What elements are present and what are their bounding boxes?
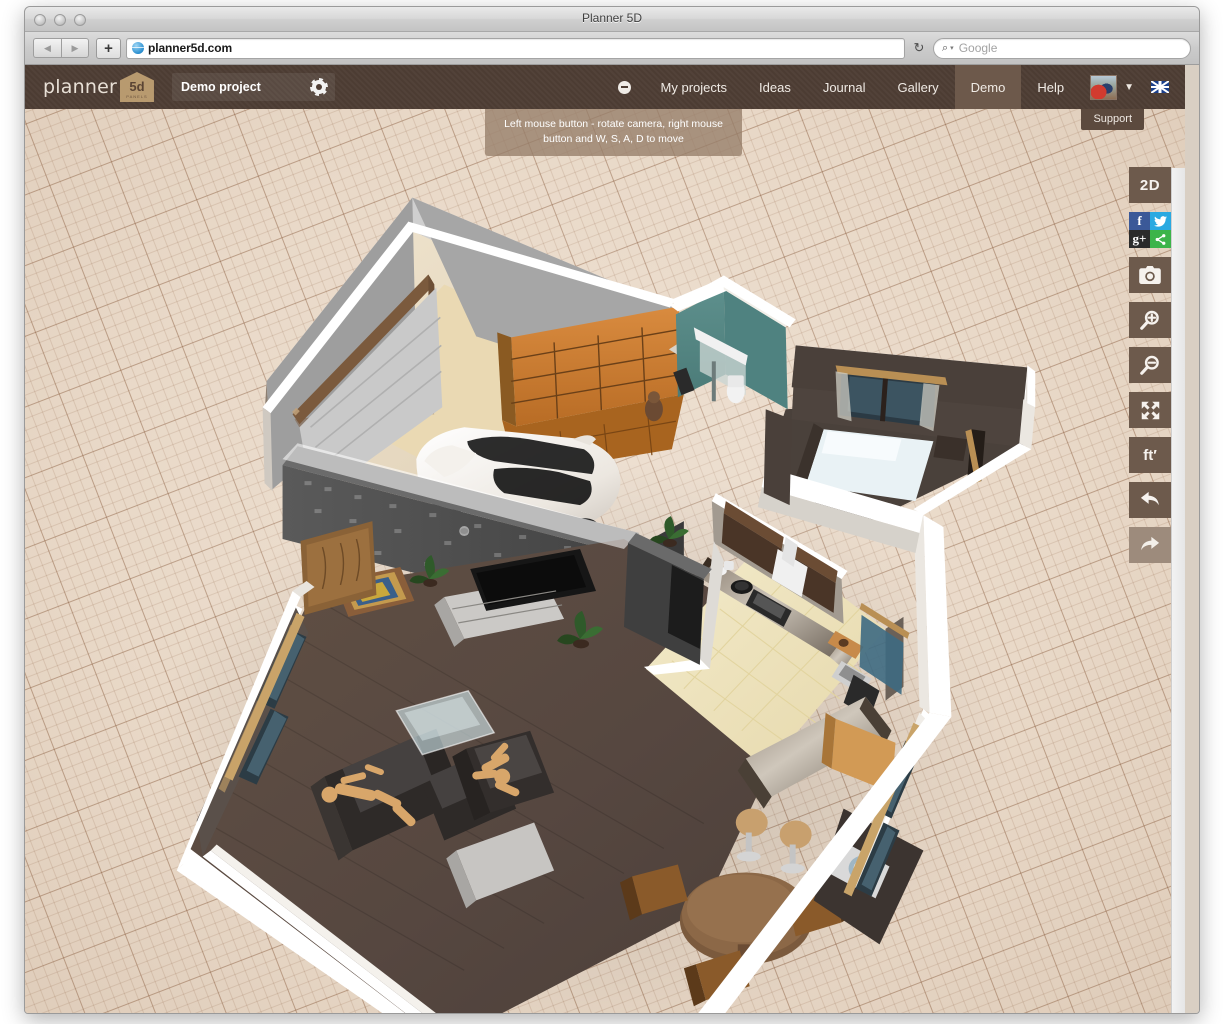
address-bar[interactable]: planner5d.com	[126, 38, 905, 59]
logo-badge-subtext: PANELS	[126, 94, 148, 99]
nav-item-my-projects[interactable]: My projects	[645, 65, 743, 109]
window-title: Planner 5D	[25, 11, 1199, 25]
expand-icon	[1140, 400, 1161, 421]
search-input[interactable]: ⌕ ▾ Google	[933, 38, 1191, 59]
screenshot-button[interactable]	[1129, 257, 1171, 293]
canvas-grid	[25, 109, 1185, 1014]
search-placeholder: Google	[959, 41, 998, 55]
uk-flag-icon[interactable]	[1151, 81, 1169, 93]
floorplan-canvas[interactable]: 2D f g+	[25, 109, 1185, 1014]
generic-share-icon[interactable]	[1150, 230, 1171, 248]
redo-icon	[1139, 535, 1161, 555]
browser-window: Planner 5D ◀ ▶ + planner5d.com ↻ ⌕ ▾ Goo…	[24, 6, 1200, 1014]
page-scrollbar[interactable]	[1171, 168, 1185, 1014]
nav-item-help[interactable]: Help	[1021, 65, 1080, 109]
project-selector[interactable]: Demo project	[172, 73, 335, 101]
logo-house-badge-icon: 5d PANELS	[120, 72, 154, 102]
share-group: f g+	[1129, 212, 1171, 248]
forward-button[interactable]: ▶	[61, 38, 89, 58]
nav-item-journal[interactable]: Journal	[807, 65, 882, 109]
project-name: Demo project	[181, 80, 261, 94]
planner5d-logo[interactable]: planner 5d PANELS	[43, 72, 154, 102]
user-menu[interactable]: ▼	[1080, 75, 1138, 100]
new-tab-button[interactable]: +	[96, 38, 121, 59]
nav-item-demo[interactable]: Demo	[955, 65, 1022, 109]
fullscreen-button[interactable]	[1129, 392, 1171, 428]
nav-item-ideas[interactable]: Ideas	[743, 65, 807, 109]
logo-badge-text: 5d	[129, 80, 144, 93]
view-2d-button[interactable]: 2D	[1129, 167, 1171, 203]
nav-item-gallery[interactable]: Gallery	[881, 65, 954, 109]
units-button[interactable]: ft′	[1129, 437, 1171, 473]
undo-button[interactable]	[1129, 482, 1171, 518]
browser-toolbar: ◀ ▶ + planner5d.com ↻ ⌕ ▾ Google	[25, 32, 1199, 65]
back-button[interactable]: ◀	[33, 38, 61, 58]
undo-icon	[1139, 490, 1161, 510]
view-toolbar: 2D f g+	[1129, 167, 1171, 572]
camera-hint-tooltip: Left mouse button - rotate camera, right…	[485, 109, 742, 156]
zoom-out-button[interactable]	[1129, 347, 1171, 383]
camera-icon	[1139, 266, 1161, 284]
logo-wordmark: planner	[43, 76, 117, 98]
zoom-in-icon	[1139, 309, 1161, 331]
minus-circle-icon	[618, 81, 631, 94]
chevron-down-icon[interactable]: ▼	[1124, 82, 1134, 93]
facebook-share-icon[interactable]: f	[1129, 212, 1150, 230]
support-tab[interactable]: Support	[1081, 109, 1144, 130]
twitter-share-icon[interactable]	[1150, 212, 1171, 230]
globe-icon	[132, 42, 144, 54]
avatar[interactable]	[1090, 75, 1117, 100]
browser-titlebar: Planner 5D	[25, 7, 1199, 32]
search-engine-caret-icon[interactable]: ▾	[950, 44, 954, 52]
app-header: planner 5d PANELS Demo project My projec…	[25, 65, 1185, 109]
url-text: planner5d.com	[148, 41, 232, 55]
zoom-in-button[interactable]	[1129, 302, 1171, 338]
search-icon: ⌕	[942, 42, 948, 55]
reload-icon[interactable]: ↻	[911, 40, 927, 56]
googleplus-share-icon[interactable]: g+	[1129, 230, 1150, 248]
planner5d-app: planner 5d PANELS Demo project My projec…	[25, 65, 1199, 1014]
zoom-out-icon	[1139, 354, 1161, 376]
gear-icon[interactable]	[312, 80, 326, 94]
redo-button[interactable]	[1129, 527, 1171, 563]
nav-home-button[interactable]	[604, 65, 645, 109]
main-navigation: My projects Ideas Journal Gallery Demo H…	[604, 65, 1185, 109]
navigation-buttons: ◀ ▶	[33, 38, 89, 58]
